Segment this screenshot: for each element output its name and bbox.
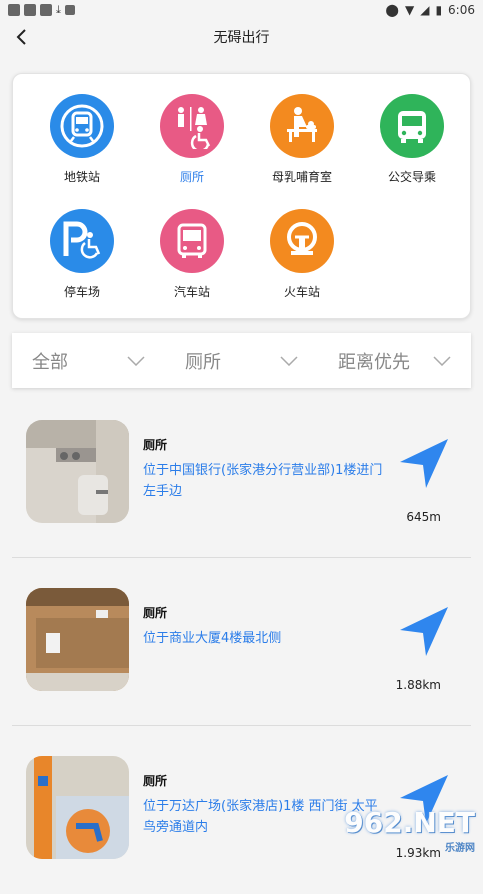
filter-label: 厕所 (185, 348, 221, 374)
result-name: 厕所 (143, 772, 167, 789)
metro-icon (50, 94, 114, 158)
category-label: 火车站 (247, 283, 357, 300)
back-button[interactable] (10, 26, 32, 48)
notification-icon (24, 4, 36, 16)
notification-icon (8, 4, 20, 16)
filter-label: 距离优先 (338, 348, 410, 374)
result-address[interactable]: 位于商业大厦4楼最北侧 (143, 628, 388, 649)
watermark-subtext: 乐游网 (344, 839, 475, 854)
filter-sort-dropdown[interactable]: 距离优先 (318, 333, 471, 388)
notification-icon (40, 4, 52, 16)
toilet-icon (160, 94, 224, 158)
status-bar: ⤓ ⬤ ▼ ◢ ▮ 6:06 (0, 0, 483, 20)
category-label: 地铁站 (27, 168, 137, 185)
signal-icon: ◢ (420, 3, 429, 17)
result-address[interactable]: 位于中国银行(张家港分行营业部)1楼进门左手边 (143, 460, 388, 502)
location-photo (26, 420, 129, 523)
parking-icon (50, 209, 114, 273)
navigation-arrow-icon (398, 436, 452, 490)
category-label: 母乳哺育室 (247, 168, 357, 185)
chevron-down-icon (127, 356, 145, 366)
filter-bar: 全部 厕所 距离优先 (12, 333, 471, 388)
app-icon (65, 5, 75, 15)
chevron-down-icon (433, 356, 451, 366)
category-parking[interactable]: 停车场 (27, 209, 137, 300)
filter-label: 全部 (32, 348, 68, 374)
category-label: 汽车站 (137, 283, 247, 300)
result-name: 厕所 (143, 436, 167, 453)
notification-icons: ⤓ (8, 3, 75, 17)
battery-icon: ▮ (435, 3, 442, 17)
result-distance: 1.88km (396, 678, 441, 692)
category-train-station[interactable]: 火车站 (247, 209, 357, 300)
train-station-icon (270, 209, 334, 273)
category-nursing-room[interactable]: 母乳哺育室 (247, 94, 357, 185)
category-toilet[interactable]: 厕所 (137, 94, 247, 185)
nursing-room-icon (270, 94, 334, 158)
coach-station-icon (160, 209, 224, 273)
location-icon: ⬤ (386, 3, 399, 17)
category-metro[interactable]: 地铁站 (27, 94, 137, 185)
location-photo (26, 756, 129, 859)
filter-category-dropdown[interactable]: 厕所 (165, 333, 318, 388)
chevron-left-icon (14, 28, 28, 46)
app-bar: 无碍出行 (0, 20, 483, 54)
category-label: 停车场 (27, 283, 137, 300)
navigation-arrow-icon (398, 604, 452, 658)
category-bus[interactable]: 公交导乘 (357, 94, 467, 185)
wifi-icon: ▼ (405, 3, 414, 17)
navigate-button[interactable] (398, 436, 452, 490)
location-photo (26, 588, 129, 691)
download-icon: ⤓ (56, 3, 61, 17)
category-label: 厕所 (137, 168, 247, 185)
navigate-button[interactable] (398, 604, 452, 658)
result-name: 厕所 (143, 604, 167, 621)
page-title: 无碍出行 (214, 27, 270, 47)
watermark-text: 962.NET (344, 806, 475, 839)
category-panel: 地铁站 厕所 母乳哺育室 公交导乘 停车场 汽车站 火车站 (12, 73, 471, 319)
category-label: 公交导乘 (357, 168, 467, 185)
category-coach-station[interactable]: 汽车站 (137, 209, 247, 300)
bus-icon (380, 94, 444, 158)
result-distance: 645m (406, 510, 441, 524)
chevron-down-icon (280, 356, 298, 366)
filter-scope-dropdown[interactable]: 全部 (12, 333, 165, 388)
list-item[interactable]: 厕所 位于商业大厦4楼最北侧 1.88km (0, 558, 483, 726)
watermark-logo: 962.NET 乐游网 (344, 806, 475, 854)
list-item[interactable]: 厕所 位于中国银行(张家港分行营业部)1楼进门左手边 645m (0, 390, 483, 558)
status-time: 6:06 (448, 3, 475, 17)
